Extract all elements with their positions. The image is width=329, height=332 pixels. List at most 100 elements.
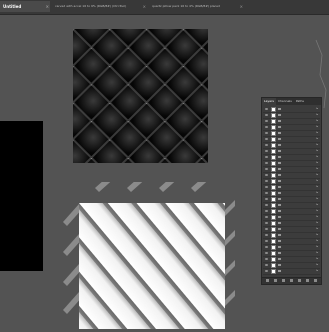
eye-icon[interactable] xyxy=(265,216,268,218)
close-icon[interactable]: × xyxy=(143,1,146,12)
link-icon xyxy=(278,168,281,170)
eye-icon[interactable] xyxy=(265,192,268,194)
link-icon xyxy=(278,258,281,260)
eye-icon[interactable] xyxy=(265,150,268,152)
link-icon xyxy=(278,108,281,110)
fx-badge: fx xyxy=(316,180,318,182)
eye-icon[interactable] xyxy=(265,246,268,248)
layer-thumbnail xyxy=(271,125,276,130)
fx-icon[interactable] xyxy=(274,279,277,282)
link-icon xyxy=(278,120,281,122)
close-icon[interactable]: × xyxy=(240,1,243,12)
eye-icon[interactable] xyxy=(265,144,268,146)
eye-icon[interactable] xyxy=(265,126,268,128)
layer-thumbnail xyxy=(271,209,276,214)
link-icon[interactable] xyxy=(266,279,269,282)
link-icon xyxy=(278,246,281,248)
fx-badge: fx xyxy=(316,222,318,224)
tab-empty[interactable] xyxy=(246,1,326,12)
link-icon xyxy=(278,222,281,224)
link-icon xyxy=(278,192,281,194)
link-icon xyxy=(278,162,281,164)
eye-icon[interactable] xyxy=(265,138,268,140)
fx-badge: fx xyxy=(316,120,318,122)
close-icon[interactable]: × xyxy=(46,1,49,12)
fx-badge: fx xyxy=(316,174,318,176)
tab-untitled[interactable]: Untitled × xyxy=(0,1,50,12)
eye-icon[interactable] xyxy=(265,240,268,242)
layer-thumbnail xyxy=(271,251,276,256)
eye-icon[interactable] xyxy=(265,210,268,212)
eye-icon[interactable] xyxy=(265,186,268,188)
fx-badge: fx xyxy=(316,144,318,146)
layer-thumbnail xyxy=(271,185,276,190)
layer-thumbnail xyxy=(271,143,276,148)
layer-thumbnail xyxy=(271,197,276,202)
eye-icon[interactable] xyxy=(265,180,268,182)
tab-channels[interactable]: Channels xyxy=(276,98,294,105)
fx-badge: fx xyxy=(316,210,318,212)
fx-badge: fx xyxy=(316,150,318,152)
tab-carved[interactable]: carved with accel 16 to 9% (RGB/8#) (Ctr… xyxy=(52,1,147,12)
eye-icon[interactable] xyxy=(265,228,268,230)
link-icon xyxy=(278,270,281,272)
eye-icon[interactable] xyxy=(265,252,268,254)
layer-thumbnail xyxy=(271,119,276,124)
link-icon xyxy=(278,180,281,182)
layer-thumbnail xyxy=(271,161,276,166)
document-tab-bar: Untitled × carved with accel 16 to 9% (R… xyxy=(0,0,329,15)
eye-icon[interactable] xyxy=(265,264,268,266)
eye-icon[interactable] xyxy=(265,270,268,272)
panel-tab-strip: Layers Channels Paths xyxy=(262,98,321,105)
link-icon xyxy=(278,144,281,146)
eye-icon[interactable] xyxy=(265,162,268,164)
tab-layers[interactable]: Layers xyxy=(262,98,276,105)
eye-icon[interactable] xyxy=(265,132,268,134)
layer-thumbnail xyxy=(271,131,276,136)
fx-badge: fx xyxy=(316,108,318,110)
eye-icon[interactable] xyxy=(265,114,268,116)
layer-thumbnail xyxy=(271,233,276,238)
link-icon xyxy=(278,126,281,128)
adjustment-icon[interactable] xyxy=(290,279,293,282)
layer-thumbnail xyxy=(271,173,276,178)
link-icon xyxy=(278,138,281,140)
link-icon xyxy=(278,252,281,254)
link-icon xyxy=(278,210,281,212)
eye-icon[interactable] xyxy=(265,108,268,110)
tab-label: carved with accel 16 to 9% (RGB/8#) (Ctr… xyxy=(55,4,127,8)
eye-icon[interactable] xyxy=(265,120,268,122)
layer-thumbnail xyxy=(271,257,276,262)
mask-icon[interactable] xyxy=(282,279,285,282)
layer-thumbnail xyxy=(271,263,276,268)
layer-row[interactable]: fx xyxy=(263,269,320,275)
tab-label: quartz pillow pack 16 to 4% (RGB/8#) pla… xyxy=(152,4,220,8)
fx-badge: fx xyxy=(316,234,318,236)
link-icon xyxy=(278,204,281,206)
layer-thumbnail xyxy=(271,179,276,184)
eye-icon[interactable] xyxy=(265,222,268,224)
layer-thumbnail xyxy=(271,203,276,208)
eye-icon[interactable] xyxy=(265,198,268,200)
folder-icon[interactable] xyxy=(298,279,301,282)
quilted-pattern-canvas[interactable] xyxy=(73,29,208,163)
eye-icon[interactable] xyxy=(265,174,268,176)
eye-icon[interactable] xyxy=(265,204,268,206)
fx-badge: fx xyxy=(316,204,318,206)
tab-paths[interactable]: Paths xyxy=(294,98,306,105)
layer-thumbnail xyxy=(271,269,276,274)
layer-thumbnail xyxy=(271,227,276,232)
new-layer-icon[interactable] xyxy=(306,279,309,282)
layer-thumbnail xyxy=(271,107,276,112)
layer-thumbnail xyxy=(271,155,276,160)
layer-thumbnail xyxy=(271,113,276,118)
layer-thumbnail xyxy=(271,245,276,250)
tab-quartz[interactable]: quartz pillow pack 16 to 4% (RGB/8#) pla… xyxy=(149,1,244,12)
eye-icon[interactable] xyxy=(265,258,268,260)
eye-icon[interactable] xyxy=(265,156,268,158)
trash-icon[interactable] xyxy=(314,279,317,282)
layer-thumbnail xyxy=(271,137,276,142)
eye-icon[interactable] xyxy=(265,234,268,236)
eye-icon[interactable] xyxy=(265,168,268,170)
white-tile-canvas[interactable] xyxy=(79,203,225,329)
